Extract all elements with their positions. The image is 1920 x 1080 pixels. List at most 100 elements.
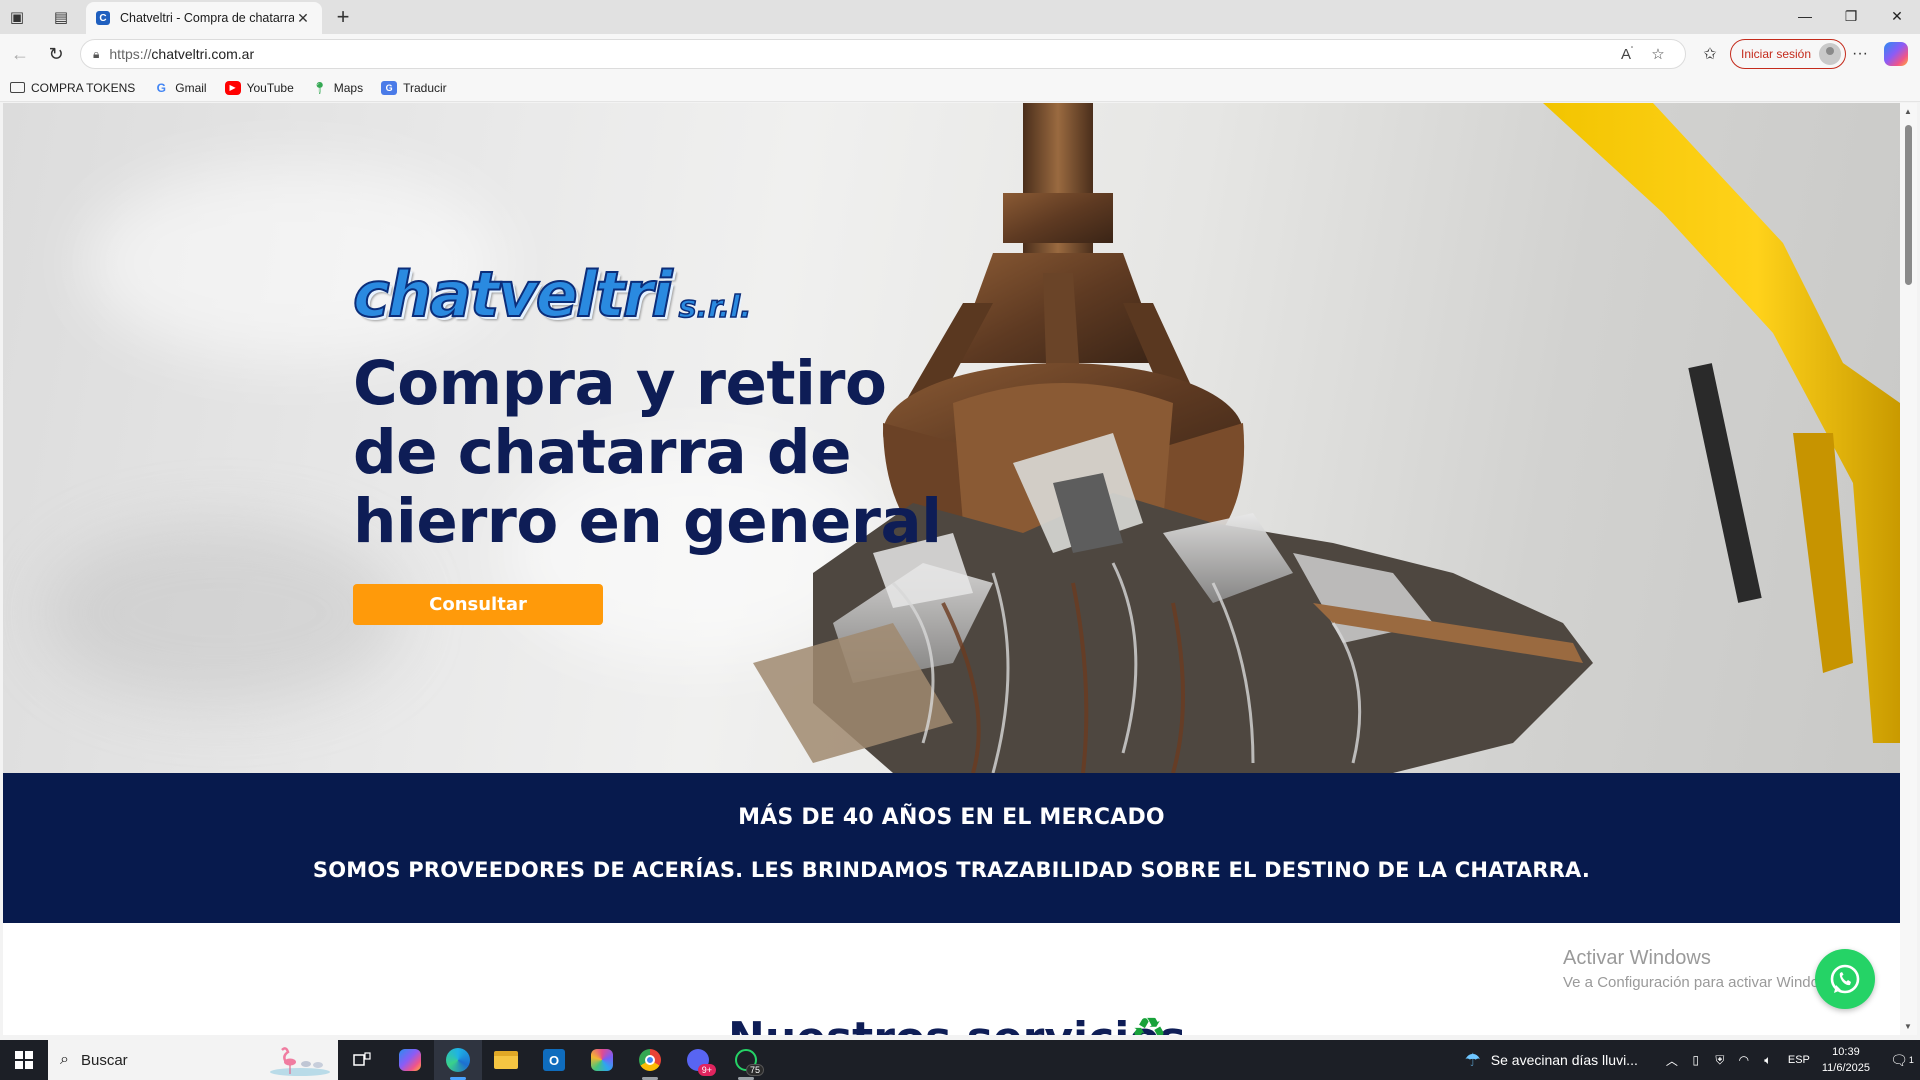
clock-time: 10:39 [1832,1046,1860,1058]
bookmark-youtube[interactable]: ▶ YouTube [224,80,294,95]
folder-icon [10,82,25,93]
banner-line-years: MÁS DE 40 AÑOS EN EL MERCADO [738,805,1165,830]
more-menu-icon[interactable]: ··· [1846,40,1874,68]
discord-taskbar-app[interactable]: 9+ [674,1040,722,1080]
windows-logo-icon [15,1051,33,1069]
notification-count: 1 [1908,1055,1914,1065]
notification-center-button[interactable]: 🗨︎ 1 [1884,1040,1920,1080]
whatsapp-badge: 75 [745,1064,764,1076]
windows-activation-watermark: Activar Windows Ve a Configuración para … [1563,947,1841,991]
system-tray: ☂ Se avecinan días lluvi... ︿ ▯ ⛨ ◠ 🔈︎ E… [1465,1040,1920,1080]
bookmark-maps[interactable]: 📍︎ Maps [312,81,363,95]
edge-icon [446,1048,470,1072]
m365-taskbar-app[interactable] [578,1040,626,1080]
chrome-taskbar-app[interactable] [626,1040,674,1080]
speaker-icon[interactable]: 🔈︎ [1756,1053,1780,1068]
experience-banner: MÁS DE 40 AÑOS EN EL MERCADO SOMOS PROVE… [3,773,1900,923]
edge-taskbar-app[interactable] [434,1040,482,1080]
read-aloud-icon[interactable]: Aﾟ [1613,45,1643,63]
taskbar-search[interactable]: ⌕ Buscar [48,1040,338,1080]
address-bar-row: ← ↻ 🔒︎ https://chatveltri.com.ar Aﾟ ☆ ✩ … [0,34,1920,74]
copilot-app-icon [399,1049,421,1071]
favorites-icon[interactable]: ✩ [1696,41,1724,67]
task-view-button[interactable] [338,1040,386,1080]
bookmark-compra-tokens[interactable]: COMPRA TOKENS [10,81,135,95]
discord-badge: 9+ [697,1064,716,1076]
site-favicon-icon: C [96,11,110,25]
copilot-icon[interactable] [1884,42,1908,66]
company-logo[interactable]: chatveltri s.r.l. [352,257,752,332]
bookmark-gmail[interactable]: G Gmail [153,80,207,95]
weather-widget[interactable]: ☂ Se avecinan días lluvi... [1465,1050,1638,1071]
wifi-icon[interactable]: ◠ [1732,1053,1756,1067]
recycle-icon: ♻ [1131,1011,1167,1035]
chrome-icon [639,1049,661,1071]
whatsapp-taskbar-app[interactable]: 75 [722,1040,770,1080]
flamingo-illustration-icon [270,1047,330,1076]
tab-title: Chatveltri - Compra de chatarra a [120,11,294,25]
restore-button[interactable]: ❐ [1828,0,1874,32]
whatsapp-icon [1830,964,1860,994]
scrollbar-thumb[interactable] [1905,125,1912,285]
scroll-up-icon[interactable]: ▲ [1904,107,1912,116]
signin-button[interactable]: Iniciar sesión [1730,39,1847,69]
page-scrollbar[interactable]: ▲ ▼ [1900,103,1917,1035]
vertical-tabs-icon[interactable]: ▤ [44,0,78,34]
language-indicator[interactable]: ESP [1788,1054,1810,1066]
bookmark-label: Gmail [175,80,207,95]
notification-icon: 🗨︎ [1890,1051,1908,1068]
meet-now-icon[interactable]: ▯ [1684,1053,1708,1067]
refresh-button[interactable]: ↻ [38,36,74,72]
youtube-icon: ▶ [224,80,241,95]
copilot-taskbar-app[interactable] [386,1040,434,1080]
hero-section: chatveltri s.r.l. Compra y retiro de cha… [3,103,1900,773]
favorite-star-icon[interactable]: ☆ [1643,45,1673,63]
bookmark-label: Maps [333,80,364,95]
clock[interactable]: 10:39 11/6/2025 [1822,1044,1870,1076]
page-viewport: chatveltri s.r.l. Compra y retiro de cha… [3,103,1900,1035]
workspaces-icon[interactable]: ▣ [0,0,34,34]
weather-text: Se avecinan días lluvi... [1490,1052,1638,1068]
google-icon: G [156,80,166,95]
watermark-title: Activar Windows [1563,947,1711,969]
url-field[interactable]: 🔒︎ https://chatveltri.com.ar Aﾟ ☆ [80,39,1686,69]
folder-icon [494,1051,518,1069]
outlook-icon: O [543,1049,565,1071]
scroll-down-icon[interactable]: ▼ [1904,1022,1912,1031]
start-button[interactable] [0,1040,48,1080]
banner-line-proveedores: SOMOS PROVEEDORES DE ACERÍAS. LES BRINDA… [312,858,1591,882]
avatar [1819,43,1842,65]
umbrella-rain-icon: ☂ [1464,1049,1481,1070]
url-text: https://chatveltri.com.ar [109,46,255,62]
close-tab-icon[interactable]: ✕ [294,10,312,27]
signin-label: Iniciar sesión [1741,47,1812,61]
file-explorer-taskbar-app[interactable] [482,1040,530,1080]
cloud-decoration [43,523,403,703]
bookmark-label: Traducir [403,80,447,95]
task-view-icon [353,1052,371,1066]
search-icon: ⌕ [60,1051,69,1068]
show-hidden-icons-chevron-icon[interactable]: ︿ [1660,1052,1684,1069]
consultar-button[interactable]: Consultar [353,584,603,625]
chrome-center-icon [645,1055,655,1065]
clock-date: 11/6/2025 [1821,1062,1870,1074]
bookmark-label: COMPRA TOKENS [31,80,136,95]
close-window-button[interactable]: ✕ [1874,0,1920,32]
back-button[interactable]: ← [2,36,38,72]
whatsapp-chat-button[interactable] [1815,949,1875,1009]
microsoft-365-icon [591,1049,613,1071]
bookmark-traducir[interactable]: G Traducir [381,80,447,95]
maps-icon: 📍︎ [312,80,328,95]
minimize-button[interactable]: — [1782,0,1828,32]
windows-taskbar: ⌕ Buscar O 9+ 75 ☂ Se avecinan días lluv… [0,1040,1920,1080]
new-tab-button[interactable]: + [328,2,358,32]
logo-suffix: s.r.l. [678,289,752,326]
watermark-subtitle: Ve a Configuración para activar Windows. [1563,974,1842,991]
browser-tab-active[interactable]: C Chatveltri - Compra de chatarra a ✕ [86,2,322,34]
defender-icon[interactable]: ⛨ [1708,1053,1732,1068]
bookmarks-bar: COMPRA TOKENS G Gmail ▶ YouTube 📍︎ Maps … [0,74,1920,102]
outlook-taskbar-app[interactable]: O [530,1040,578,1080]
translate-icon: G [381,80,398,95]
browser-tab-bar: ▣ ▤ C Chatveltri - Compra de chatarra a … [0,0,1920,34]
lock-icon[interactable]: 🔒︎ [93,47,99,62]
